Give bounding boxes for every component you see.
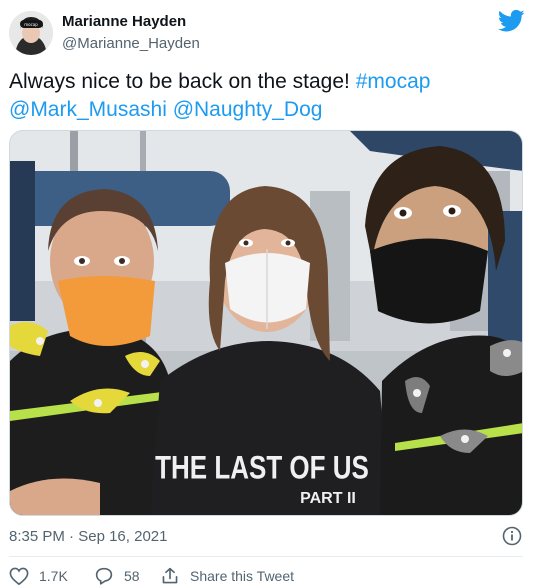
shirt-subtext: PART II [300,490,356,507]
tweet-text: Always nice to be back on the stage! #mo… [9,68,524,124]
tweet-card: mocap Marianne Hayden @Marianne_Hayden A… [0,0,536,585]
share-button[interactable]: Share this Tweet [160,566,294,586]
svg-text:mocap: mocap [24,22,38,27]
tweet-timestamp[interactable]: 8:35 PM · Sep 16, 2021 [9,528,167,545]
meta-separator: · [64,528,79,545]
tweet-date: Sep 16, 2021 [78,528,168,545]
share-icon [162,567,178,584]
reply-button[interactable]: 58 [94,566,140,586]
user-handle[interactable]: @Marianne_Hayden [62,35,200,52]
heart-icon [9,567,29,585]
hashtag-link[interactable]: #mocap [356,70,431,93]
like-button[interactable]: 1.7K [9,566,68,586]
reply-icon [95,567,113,585]
info-icon[interactable] [502,526,522,546]
shirt-text: THE LAST OF US [155,450,369,486]
tweet-body-text: Always nice to be back on the stage! [9,70,356,93]
divider [9,556,523,557]
avatar[interactable]: mocap [9,11,53,55]
tweet-time: 8:35 PM [9,528,65,545]
twitter-bird-icon[interactable] [497,9,525,33]
display-name[interactable]: Marianne Hayden [62,13,186,30]
tweet-photo[interactable]: THE LAST OF US PART II [9,130,523,516]
mention-link[interactable]: @Mark_Musashi [9,98,167,121]
mention-link[interactable]: @Naughty_Dog [173,98,323,121]
